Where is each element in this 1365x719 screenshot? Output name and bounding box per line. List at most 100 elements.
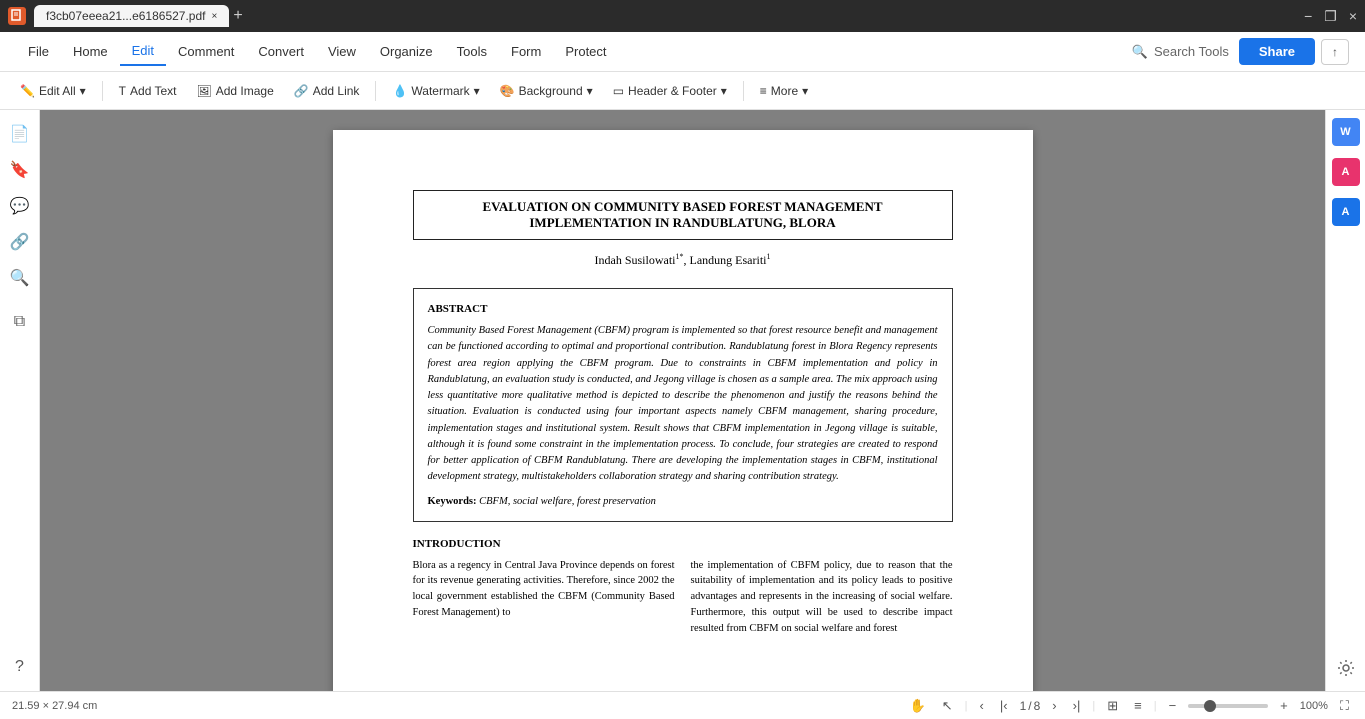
abstract-body: Community Based Forest Management (CBFM)… bbox=[428, 323, 938, 486]
menu-comment[interactable]: Comment bbox=[166, 38, 246, 65]
keywords-line: Keywords: CBFM, social welfare, forest p… bbox=[428, 496, 938, 507]
header-footer-btn[interactable]: ▭ Header & Footer ▾ bbox=[605, 80, 735, 102]
window-restore-btn[interactable]: ❐ bbox=[1324, 8, 1337, 25]
header-footer-icon: ▭ bbox=[613, 84, 624, 98]
background-chevron: ▾ bbox=[587, 84, 593, 98]
pdf-abstract-box: ABSTRACT Community Based Forest Manageme… bbox=[413, 288, 953, 522]
keywords-text: CBFM, social welfare, forest preservatio… bbox=[477, 496, 656, 507]
author2: , Landung Esariti bbox=[684, 253, 767, 267]
pdf-title-line2: IMPLEMENTATION IN RANDUBLATUNG, BLORA bbox=[430, 215, 936, 231]
menu-protect[interactable]: Protect bbox=[553, 38, 618, 65]
page-dimensions: 21.59 × 27.94 cm bbox=[12, 700, 97, 712]
right-sidebar: W A A bbox=[1325, 110, 1365, 691]
author1: Indah Susilowati bbox=[595, 253, 676, 267]
upload-button[interactable]: ↑ bbox=[1321, 39, 1349, 65]
menu-organize[interactable]: Organize bbox=[368, 38, 445, 65]
watermark-chevron: ▾ bbox=[474, 84, 480, 98]
menu-edit[interactable]: Edit bbox=[120, 37, 166, 66]
menu-form[interactable]: Form bbox=[499, 38, 553, 65]
scroll-mode-btn[interactable]: ≡ bbox=[1130, 696, 1146, 715]
translate-icon[interactable]: W bbox=[1332, 118, 1360, 146]
current-page: 1 bbox=[1020, 699, 1027, 713]
tab-close-btn[interactable]: × bbox=[211, 11, 217, 22]
main-area: 📄 🔖 💬 🔗 🔍 ⧉ ? EVALUATION ON COMMUNITY BA… bbox=[0, 110, 1365, 691]
zoom-out-btn[interactable]: − bbox=[1165, 696, 1181, 715]
sidebar-search-icon[interactable]: 🔍 bbox=[4, 262, 36, 294]
zoom-slider[interactable] bbox=[1188, 704, 1268, 708]
menu-convert[interactable]: Convert bbox=[246, 38, 316, 65]
edit-all-btn[interactable]: ✏️ Edit All ▾ bbox=[12, 80, 94, 102]
settings-icon[interactable] bbox=[1336, 658, 1356, 683]
ai-icon-2[interactable]: A bbox=[1332, 198, 1360, 226]
edit-icon: ✏️ bbox=[20, 84, 35, 98]
left-sidebar: 📄 🔖 💬 🔗 🔍 ⧉ ? bbox=[0, 110, 40, 691]
tab-label: f3cb07eeea21...e6186527.pdf bbox=[46, 9, 205, 23]
intro-title: INTRODUCTION bbox=[413, 538, 953, 550]
window-minimize-btn[interactable]: − bbox=[1304, 8, 1312, 24]
keywords-label: Keywords: bbox=[428, 496, 477, 507]
last-page-btn[interactable]: ›| bbox=[1069, 696, 1085, 715]
title-bar: f3cb07eeea21...e6186527.pdf × + − ❐ × bbox=[0, 0, 1365, 32]
sidebar-help-icon[interactable]: ? bbox=[4, 651, 36, 683]
sidebar-link-icon[interactable]: 🔗 bbox=[4, 226, 36, 258]
hand-tool-btn[interactable]: ✋ bbox=[906, 696, 930, 716]
prev-page-btn[interactable]: ‹ bbox=[976, 696, 988, 715]
divider-3 bbox=[743, 81, 744, 101]
background-btn[interactable]: 🎨 Background ▾ bbox=[492, 80, 601, 102]
window-close-btn[interactable]: × bbox=[1349, 8, 1357, 24]
intro-columns: Blora as a regency in Central Java Provi… bbox=[413, 558, 953, 637]
window-controls: − ❐ × bbox=[1304, 8, 1357, 25]
watermark-btn[interactable]: 💧 Watermark ▾ bbox=[384, 80, 487, 102]
edit-all-chevron: ▾ bbox=[80, 84, 86, 98]
sidebar-bookmark-icon[interactable]: 🔖 bbox=[4, 154, 36, 186]
menu-bar: File Home Edit Comment Convert View Orga… bbox=[0, 32, 1365, 72]
tab-area: f3cb07eeea21...e6186527.pdf × + bbox=[34, 5, 243, 27]
menu-tools[interactable]: Tools bbox=[445, 38, 499, 65]
menu-home[interactable]: Home bbox=[61, 38, 120, 65]
total-pages: 8 bbox=[1034, 699, 1041, 713]
active-tab[interactable]: f3cb07eeea21...e6186527.pdf × bbox=[34, 5, 229, 27]
new-tab-button[interactable]: + bbox=[233, 7, 242, 25]
zoom-level: 100% bbox=[1300, 700, 1328, 712]
author1-sup: 1* bbox=[676, 252, 684, 261]
share-button[interactable]: Share bbox=[1239, 38, 1315, 65]
abstract-title: ABSTRACT bbox=[428, 303, 938, 315]
add-link-btn[interactable]: 🔗 Add Link bbox=[286, 80, 368, 102]
search-tools-btn[interactable]: 🔍 Search Tools bbox=[1122, 39, 1239, 65]
next-page-btn[interactable]: › bbox=[1048, 696, 1060, 715]
more-icon: ≡ bbox=[760, 84, 767, 98]
header-footer-chevron: ▾ bbox=[721, 84, 727, 98]
watermark-icon: 💧 bbox=[392, 84, 407, 98]
text-icon: T bbox=[119, 84, 126, 98]
toolbar: ✏️ Edit All ▾ T Add Text 🖼 Add Image 🔗 A… bbox=[0, 72, 1365, 110]
divider-2 bbox=[375, 81, 376, 101]
app-icon bbox=[8, 7, 26, 25]
more-btn[interactable]: ≡ More ▾ bbox=[752, 80, 816, 102]
fullscreen-btn[interactable]: ⛶ bbox=[1336, 696, 1353, 716]
sidebar-comment-icon[interactable]: 💬 bbox=[4, 190, 36, 222]
sidebar-page-icon[interactable]: 📄 bbox=[4, 118, 36, 150]
search-icon: 🔍 bbox=[1132, 44, 1148, 60]
author2-sup: 1 bbox=[766, 252, 770, 261]
pdf-page: EVALUATION ON COMMUNITY BASED FOREST MAN… bbox=[333, 130, 1033, 691]
pdf-authors: Indah Susilowati1*, Landung Esariti1 bbox=[413, 252, 953, 268]
menu-view[interactable]: View bbox=[316, 38, 368, 65]
zoom-in-btn[interactable]: + bbox=[1276, 696, 1292, 715]
select-tool-btn[interactable]: ↖ bbox=[938, 696, 957, 716]
link-icon: 🔗 bbox=[294, 84, 309, 98]
more-chevron: ▾ bbox=[802, 84, 808, 98]
page-view-btn[interactable]: ⊞ bbox=[1103, 696, 1122, 716]
image-icon: 🖼 bbox=[197, 84, 212, 98]
add-image-btn[interactable]: 🖼 Add Image bbox=[189, 80, 282, 102]
divider-1 bbox=[102, 81, 103, 101]
first-page-btn[interactable]: |‹ bbox=[996, 696, 1012, 715]
page-separator: / bbox=[1028, 699, 1031, 713]
add-text-btn[interactable]: T Add Text bbox=[111, 80, 185, 102]
status-bar: 21.59 × 27.94 cm ✋ ↖ | ‹ |‹ 1 / 8 › ›| |… bbox=[0, 691, 1365, 719]
menu-file[interactable]: File bbox=[16, 38, 61, 65]
pdf-viewer[interactable]: EVALUATION ON COMMUNITY BASED FOREST MAN… bbox=[40, 110, 1325, 691]
sidebar-layers-icon[interactable]: ⧉ bbox=[4, 306, 36, 338]
ai-icon-1[interactable]: A bbox=[1332, 158, 1360, 186]
background-icon: 🎨 bbox=[500, 84, 515, 98]
search-tools-label: Search Tools bbox=[1154, 44, 1229, 59]
